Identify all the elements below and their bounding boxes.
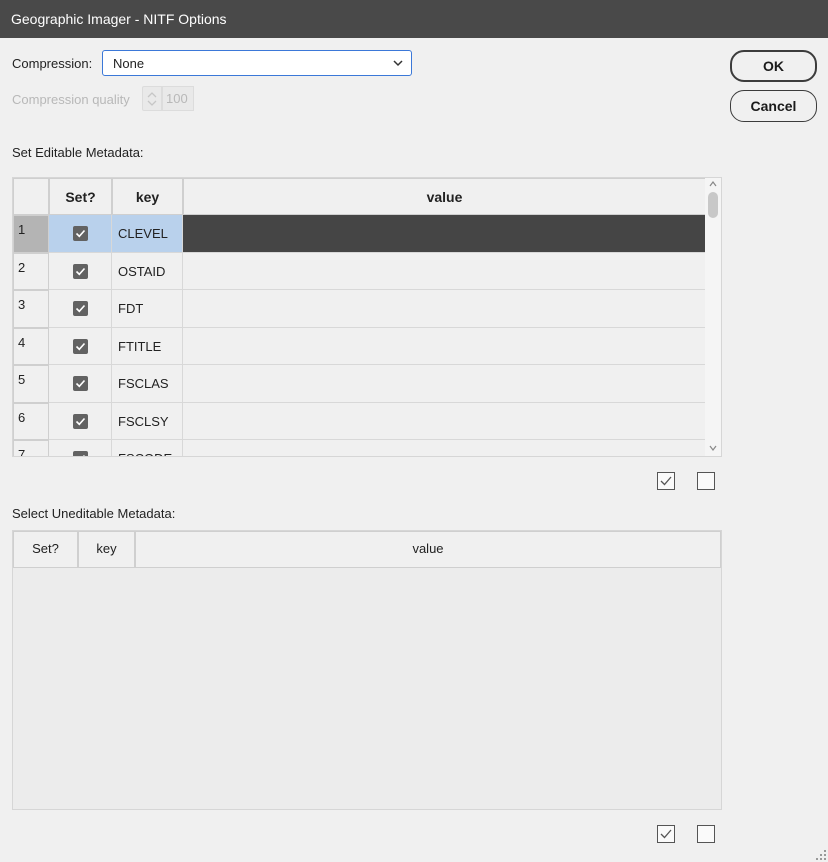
- editable-metadata-label: Set Editable Metadata:: [12, 145, 144, 160]
- row-header[interactable]: 6: [13, 402, 49, 440]
- compression-quality-label: Compression quality: [12, 92, 130, 107]
- scrollbar-thumb[interactable]: [708, 192, 718, 218]
- quality-input[interactable]: 100: [162, 86, 194, 111]
- checkmark-icon: [75, 229, 86, 238]
- quality-spinner[interactable]: [142, 86, 162, 111]
- checkbox[interactable]: [73, 338, 88, 354]
- value-column-header[interactable]: value: [183, 178, 706, 215]
- key-cell[interactable]: FDT: [112, 290, 183, 328]
- key-cell[interactable]: OSTAID: [112, 252, 183, 290]
- key-cell[interactable]: FSCLAS: [112, 365, 183, 403]
- row-header[interactable]: 4: [13, 327, 49, 365]
- checkmark-icon: [75, 267, 86, 275]
- chevron-down-icon: [393, 60, 403, 67]
- key-cell[interactable]: FSCLSY: [112, 402, 183, 440]
- uncheck-all-icon[interactable]: [697, 472, 715, 490]
- checkbox[interactable]: [73, 376, 88, 391]
- checkmark-icon: [75, 342, 86, 350]
- value-column-header[interactable]: value: [135, 531, 721, 568]
- key-column-header[interactable]: key: [78, 531, 135, 568]
- check-all-icon[interactable]: [657, 472, 675, 490]
- cancel-button[interactable]: Cancel: [730, 90, 817, 122]
- key-cell[interactable]: FSCODE: [112, 440, 183, 456]
- key-cell[interactable]: FTITLE: [112, 327, 183, 365]
- row-number: 2: [18, 259, 26, 275]
- editable-metadata-table: Set? key value 1 CLEVEL 2 OSTAID 3 FDT 4 FTITLE…: [12, 177, 722, 457]
- checkbox[interactable]: [73, 451, 88, 456]
- value-cell[interactable]: [183, 327, 706, 365]
- value-cell[interactable]: [183, 402, 706, 440]
- set-cell[interactable]: [49, 365, 112, 403]
- value-cell[interactable]: [183, 252, 706, 290]
- scroll-down-icon[interactable]: [708, 444, 718, 452]
- key-cell[interactable]: CLEVEL: [112, 215, 183, 253]
- checkbox[interactable]: [73, 301, 88, 316]
- resize-grip-icon[interactable]: [816, 850, 826, 860]
- value-cell[interactable]: [183, 440, 706, 456]
- value-cell[interactable]: [183, 365, 706, 403]
- checkbox[interactable]: [73, 413, 88, 429]
- compression-label: Compression:: [12, 56, 93, 71]
- set-cell[interactable]: [49, 290, 112, 328]
- editable-table-scrollbar[interactable]: [705, 178, 721, 456]
- set-cell[interactable]: [49, 440, 112, 456]
- row-header[interactable]: 7: [13, 440, 49, 457]
- set-cell[interactable]: [49, 327, 112, 365]
- key-column-header[interactable]: key: [112, 178, 183, 215]
- scroll-up-icon[interactable]: [708, 180, 718, 188]
- row-number: 7: [18, 447, 26, 457]
- row-number: 6: [18, 409, 26, 425]
- window-title: Geographic Imager - NITF Options: [0, 0, 828, 38]
- ok-button[interactable]: OK: [730, 50, 817, 82]
- checkbox[interactable]: [73, 263, 88, 279]
- checkmark-icon: [75, 417, 86, 425]
- value-cell[interactable]: [183, 215, 706, 253]
- row-header[interactable]: 3: [13, 290, 49, 328]
- set-cell[interactable]: [49, 252, 112, 290]
- row-number: 1: [18, 222, 26, 237]
- checkbox[interactable]: [73, 226, 88, 241]
- spinner-arrows-icon: [147, 92, 157, 106]
- compression-value: None: [113, 56, 145, 71]
- row-header[interactable]: 5: [13, 365, 49, 403]
- row-header[interactable]: 2: [13, 252, 49, 290]
- uneditable-metadata-label: Select Uneditable Metadata:: [12, 506, 176, 521]
- row-header[interactable]: 1: [13, 215, 49, 253]
- set-column-header[interactable]: Set?: [13, 531, 78, 568]
- set-cell[interactable]: [49, 402, 112, 440]
- uncheck-all-icon[interactable]: [697, 825, 715, 843]
- uneditable-metadata-table: Set? key value: [12, 530, 722, 810]
- compression-select[interactable]: None: [102, 50, 412, 76]
- set-column-header[interactable]: Set?: [49, 178, 112, 215]
- checkmark-icon: [75, 304, 86, 313]
- set-cell[interactable]: [49, 215, 112, 253]
- checkmark-icon: [75, 379, 86, 388]
- checkmark-icon: [82, 454, 86, 456]
- row-number: 4: [18, 334, 26, 350]
- corner-header: [13, 178, 49, 215]
- row-number: 3: [18, 297, 26, 312]
- check-all-icon[interactable]: [657, 825, 675, 843]
- row-number: 5: [18, 372, 26, 387]
- value-cell[interactable]: [183, 290, 706, 328]
